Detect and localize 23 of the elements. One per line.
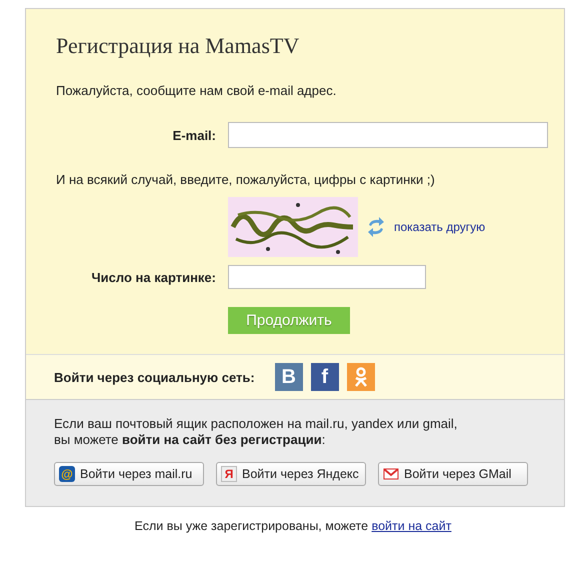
odnoklassniki-button[interactable] [346, 363, 375, 391]
vk-button[interactable]: В [274, 363, 303, 391]
refresh-icon[interactable] [366, 217, 386, 237]
social-label: Войти через социальную сеть: [54, 370, 255, 384]
mail-note: Если ваш почтовый ящик расположен на mail.ru, yandex или gmail, вы можете войти на сайт без регистрации: [54, 416, 458, 448]
mailru-icon: @ [59, 466, 75, 482]
show-another-link[interactable]: показать другую [394, 220, 486, 234]
facebook-button[interactable]: f [310, 363, 339, 391]
email-label: E-mail: [172, 128, 216, 142]
yandex-icon: Я [221, 466, 237, 482]
footer-text: Если вы уже зарегистрированы, можете войти на сайт [134, 519, 452, 533]
number-field[interactable] [228, 265, 426, 289]
number-label: Число на картинке: [90, 270, 216, 284]
login-button[interactable]: Я Войти через Яндекс [216, 462, 366, 486]
envelope-icon [383, 466, 399, 482]
login-button[interactable]: Войти через GMail [378, 462, 528, 486]
email-field[interactable] [228, 122, 548, 148]
intro-text: Пожалуйста, сообщите нам свой e-mail адрес. [56, 83, 338, 98]
page-title: Регистрация на MamasTV [56, 33, 300, 59]
login-link[interactable]: войти на сайт [372, 519, 452, 533]
person-icon [354, 367, 368, 387]
captcha-hint: И на всякий случай, введите, пожалуйста, цифры с картинки ;) [56, 172, 436, 187]
login-button[interactable]: @ Войти через mail.ru [54, 462, 204, 486]
